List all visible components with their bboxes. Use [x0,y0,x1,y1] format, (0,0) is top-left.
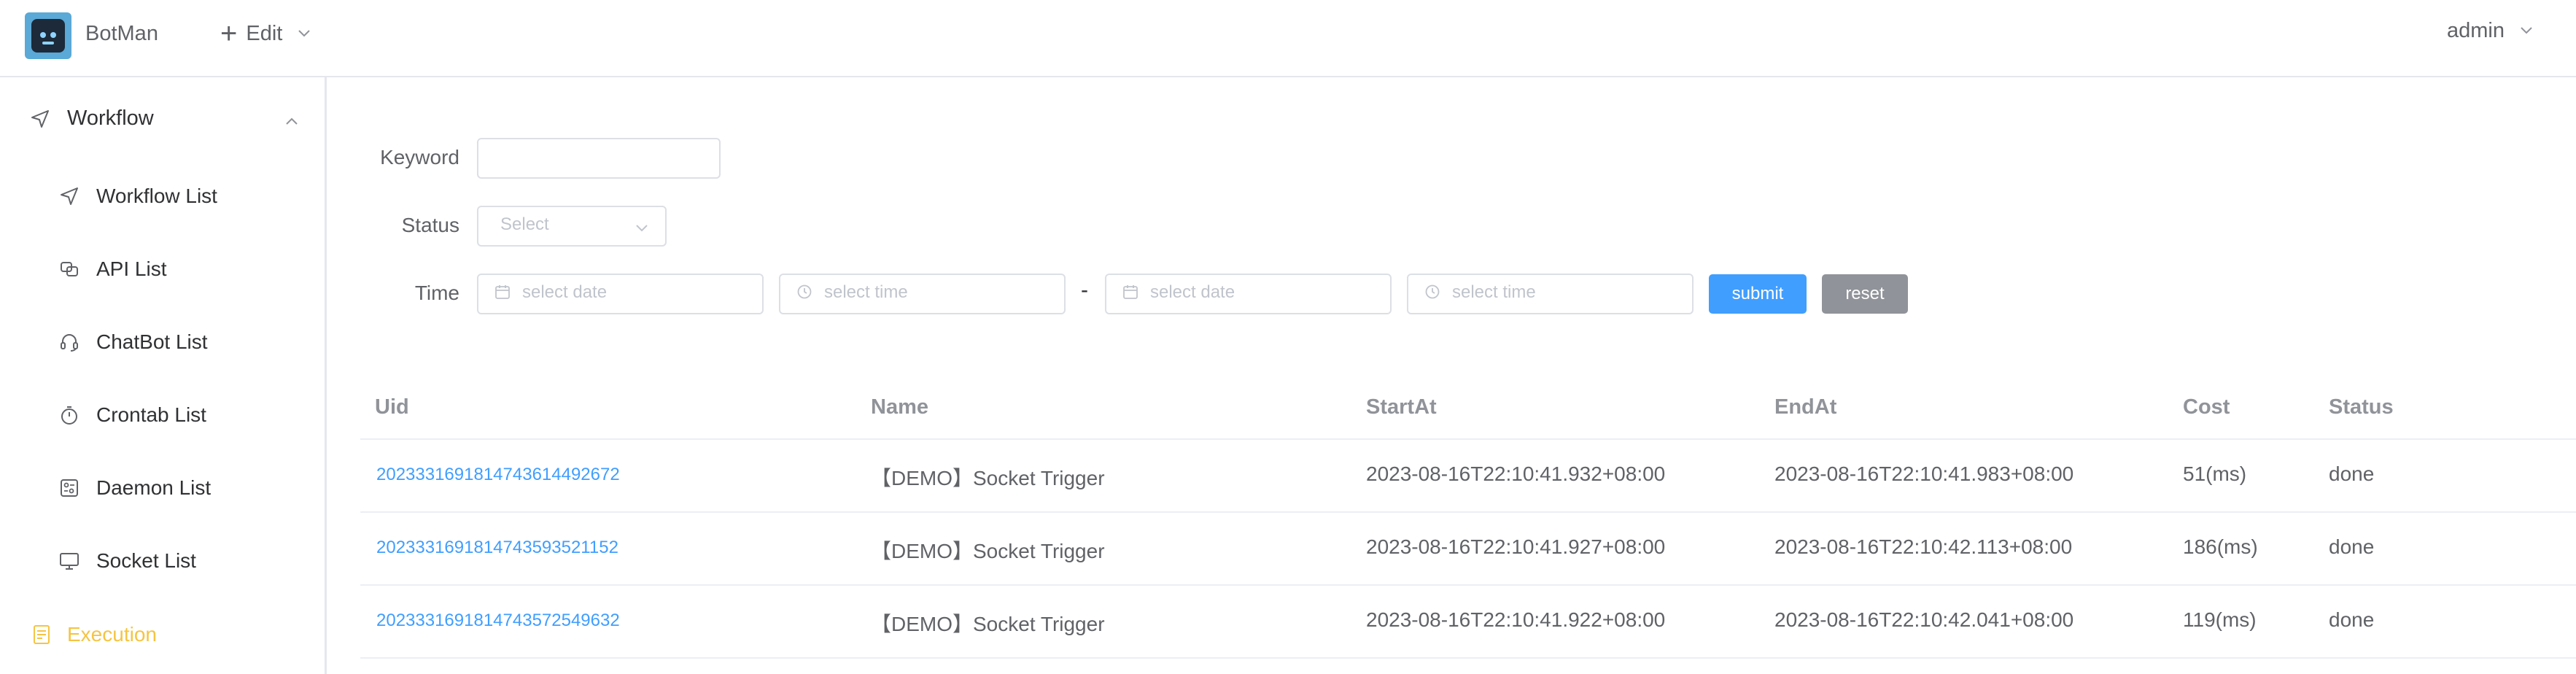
uid-link[interactable]: 202333169181474357254963​2 [376,611,620,631]
edit-menu-label: Edit [246,21,283,45]
table-divider [360,584,2576,586]
chevron-down-icon [636,225,648,232]
status-cell: done [2329,608,2375,631]
top-header: BotMan + Edit admin [0,0,2576,77]
botman-logo[interactable] [25,12,71,59]
startat-cell: 2023-08-16T22:10:41.927+08:00 [1366,535,1666,558]
reset-button[interactable]: reset [1822,274,1908,314]
sidebar-item-label: Crontab List [96,403,206,426]
sidebar-item-chatbot-list[interactable]: ChatBot List [58,330,208,354]
name-cell: 【DEMO】Socket Trigger [871,467,1105,489]
uid-link[interactable]: 202333169181474359352115​2 [376,538,618,558]
endat-cell: 2023-08-16T22:10:42.113+08:00 [1774,535,2073,558]
keyword-input[interactable] [477,138,721,179]
submit-button[interactable]: submit [1709,274,1807,314]
column-header-status: Status [2329,395,2394,419]
cost-cell: 119(ms) [2183,608,2257,631]
endat-cell: 2023-08-16T22:10:41.983+08:00 [1774,462,2074,485]
plus-icon: + [220,18,238,50]
column-header-uid: Uid [375,395,409,419]
sidebar-item-label: Workflow List [96,185,217,207]
edit-menu[interactable]: + Edit [220,19,311,48]
name-cell: 【DEMO】Socket Trigger [871,540,1105,562]
status-select[interactable]: Select [477,206,667,247]
calendar-icon [1123,285,1138,299]
chevron-down-icon [2519,19,2534,43]
end-time-picker[interactable]: select time [1407,274,1694,314]
chevron-up-icon [284,111,299,135]
column-header-cost: Cost [2183,395,2230,419]
cost-cell: 51(ms) [2183,462,2247,485]
startat-cell: 2023-08-16T22:10:41.932+08:00 [1366,462,1666,485]
execution-label: Execution [67,623,157,646]
api-icon [61,262,78,276]
start-date-placeholder: select date [522,282,608,302]
user-menu[interactable]: admin [2447,19,2534,43]
status-cell: done [2329,462,2375,485]
chevron-down-icon [297,22,311,46]
column-header-startat: StartAt [1366,395,1437,419]
sidebar-group-label: Workflow [67,106,154,130]
document-icon [34,625,50,644]
startat-cell: 2023-08-16T22:10:41.922+08:00 [1366,608,1666,631]
sidebar-item-api-list[interactable]: API List [58,257,166,281]
sidebar-item-label: Socket List [96,549,196,572]
user-name: admin [2447,19,2505,42]
keyword-label: Keyword [380,146,459,168]
start-time-placeholder: select time [824,282,908,302]
stopwatch-icon [61,406,77,425]
sidebar-group-workflow[interactable]: Workflow [29,106,299,131]
sidebar-item-socket-list[interactable]: Socket List [58,549,196,573]
endat-cell: 2023-08-16T22:10:42.041+08:00 [1774,608,2074,631]
sidebar: Workflow Workflow List API List ChatBot … [0,77,327,674]
table-divider [360,511,2576,513]
uid-link[interactable]: 20233316918147436144926​72 [376,465,620,485]
cost-cell: 186(ms) [2183,535,2258,558]
sidebar-group-execution[interactable]: Execution [31,623,157,646]
end-date-picker[interactable]: select date [1105,274,1392,314]
name-cell: 【DEMO】Socket Trigger [871,613,1105,635]
sidebar-item-daemon-list[interactable]: Daemon List [58,476,211,500]
table-divider [360,438,2576,440]
end-time-placeholder: select time [1452,282,1536,302]
time-label: Time [414,282,459,304]
sidebar-item-label: Daemon List [96,476,212,499]
start-time-picker[interactable]: select time [779,274,1066,314]
sidebar-item-crontab-list[interactable]: Crontab List [58,403,206,427]
table-divider [360,657,2576,659]
start-date-picker[interactable]: select date [477,274,764,314]
robot-icon [31,19,65,53]
column-header-name: Name [871,395,928,419]
range-separator: - [1081,278,1088,302]
clock-icon [1425,284,1440,299]
send-icon [61,187,78,205]
sidebar-item-label: API List [96,257,167,280]
sidebar-item-workflow-list[interactable]: Workflow List [58,185,217,208]
status-select-placeholder: Select [500,214,549,234]
status-label: Status [401,214,459,236]
monitor-icon [60,553,79,570]
daemon-icon [61,479,78,497]
app-title: BotMan [85,22,158,45]
clock-icon [797,284,812,299]
sidebar-item-label: ChatBot List [96,330,208,353]
status-cell: done [2329,535,2375,558]
calendar-icon [495,285,510,299]
headset-icon [61,334,78,352]
send-icon [31,109,49,128]
column-header-endat: EndAt [1774,395,1837,419]
end-date-placeholder: select date [1150,282,1235,302]
